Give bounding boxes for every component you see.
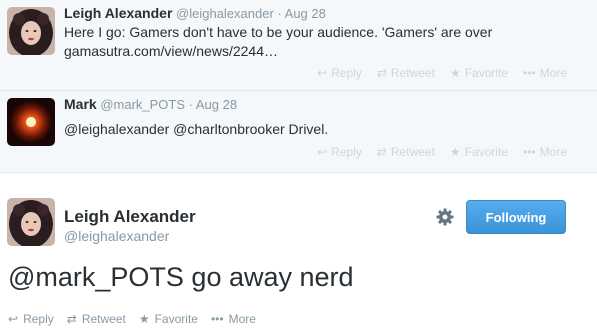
- reply-button[interactable]: ↩ Reply: [8, 312, 54, 326]
- retweet-icon: ⇄: [376, 145, 387, 159]
- profile-photo-icon: [7, 7, 55, 55]
- screen-name[interactable]: @leighalexander: [176, 6, 274, 21]
- timestamp[interactable]: · Aug 28: [189, 97, 237, 112]
- tweet-text-body: Here I go: Gamers don't have to be your …: [64, 24, 493, 40]
- permalink-tweet: [0, 174, 597, 335]
- more-dots-icon: •••: [210, 312, 224, 326]
- reply-icon: ↩: [317, 145, 328, 159]
- more-label: More: [539, 66, 567, 80]
- permalink-tweet-text: @mark_POTS go away nerd: [8, 262, 354, 292]
- tweet-header: Mark @mark_POTS · Aug 28: [64, 96, 237, 112]
- favorite-button[interactable]: ★ Favorite: [450, 66, 508, 80]
- reply-icon: ↩: [8, 312, 19, 326]
- favorite-button[interactable]: ★ Favorite: [139, 312, 198, 326]
- tweet-actions: ↩ Reply ⇄ Retweet ★ Favorite ••• More: [317, 66, 567, 80]
- retweet-button[interactable]: ⇄ Retweet: [67, 312, 126, 326]
- more-button[interactable]: ••• More: [523, 66, 567, 80]
- star-icon: ★: [449, 145, 461, 159]
- retweet-icon: ⇄: [66, 312, 77, 326]
- retweet-label: Retweet: [390, 145, 435, 159]
- permalink-fullname[interactable]: Leigh Alexander: [64, 207, 196, 227]
- avatar[interactable]: [7, 7, 55, 55]
- timestamp[interactable]: · Aug 28: [277, 6, 325, 21]
- screen-name[interactable]: @mark_POTS: [100, 97, 185, 112]
- tweet-header: Leigh Alexander @leighalexander · Aug 28: [64, 5, 326, 21]
- more-button[interactable]: ••• More: [523, 145, 567, 159]
- reply-button[interactable]: ↩ Reply: [317, 66, 362, 80]
- more-label: More: [228, 312, 256, 326]
- retweet-label: Retweet: [390, 66, 435, 80]
- reply-button[interactable]: ↩ Reply: [317, 145, 362, 159]
- fullname[interactable]: Mark: [64, 96, 97, 112]
- reply-icon: ↩: [317, 66, 328, 80]
- favorite-label: Favorite: [154, 312, 198, 326]
- profile-photo-icon: [7, 198, 55, 246]
- more-dots-icon: •••: [523, 145, 536, 159]
- tweet-link[interactable]: gamasutra.com/view/news/2244…: [64, 42, 584, 61]
- star-icon: ★: [449, 66, 461, 80]
- permalink-screen-name[interactable]: @leighalexander: [64, 228, 169, 244]
- tweet-item[interactable]: Leigh Alexander @leighalexander · Aug 28…: [0, 0, 597, 91]
- permalink-actions: ↩ Reply ⇄ Retweet ★ Favorite ••• More: [8, 312, 256, 326]
- retweet-button[interactable]: ⇄ Retweet: [377, 145, 435, 159]
- more-dots-icon: •••: [523, 66, 536, 80]
- more-button[interactable]: ••• More: [211, 312, 256, 326]
- reply-label: Reply: [23, 312, 54, 326]
- tweet-actions: ↩ Reply ⇄ Retweet ★ Favorite ••• More: [317, 145, 567, 159]
- gear-icon[interactable]: [435, 207, 455, 227]
- tweet-text: Here I go: Gamers don't have to be your …: [64, 23, 584, 61]
- red-eye-orb-icon: [7, 98, 55, 146]
- reply-label: Reply: [331, 145, 362, 159]
- avatar[interactable]: [7, 98, 55, 146]
- retweet-icon: ⇄: [376, 66, 387, 80]
- reply-label: Reply: [331, 66, 362, 80]
- retweet-label: Retweet: [81, 312, 126, 326]
- favorite-label: Favorite: [464, 66, 509, 80]
- fullname[interactable]: Leigh Alexander: [64, 5, 172, 21]
- favorite-label: Favorite: [464, 145, 509, 159]
- more-label: More: [539, 145, 567, 159]
- favorite-button[interactable]: ★ Favorite: [450, 145, 508, 159]
- retweet-button[interactable]: ⇄ Retweet: [377, 66, 435, 80]
- avatar[interactable]: [7, 198, 55, 246]
- star-icon: ★: [138, 312, 150, 326]
- following-button[interactable]: Following: [466, 200, 566, 234]
- tweet-text: @leighalexander @charltonbrooker Drivel.: [64, 121, 329, 137]
